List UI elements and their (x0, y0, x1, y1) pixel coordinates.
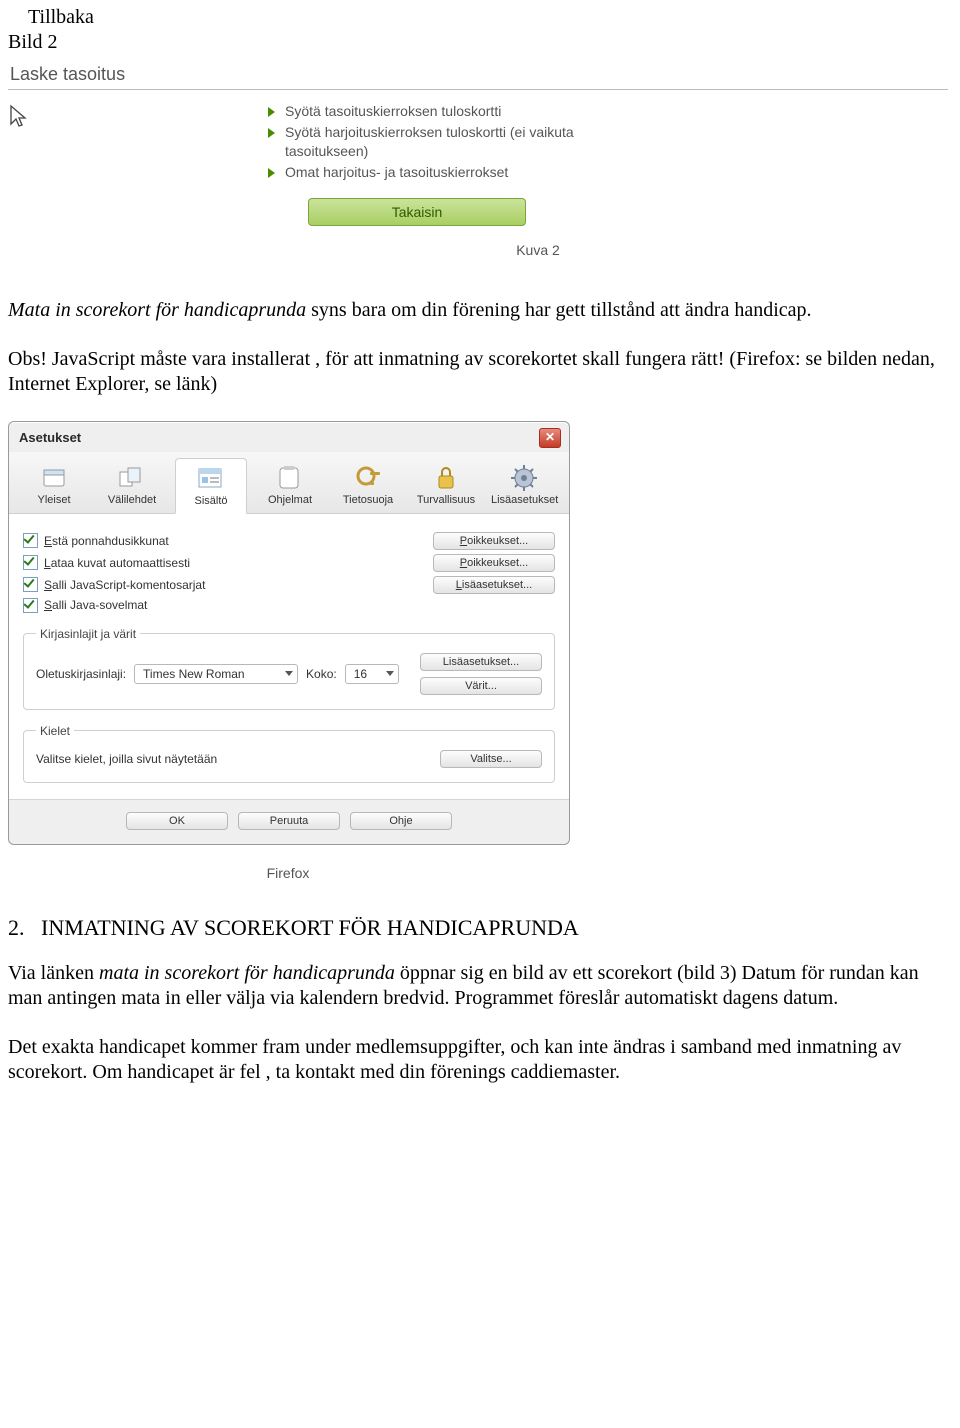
tab-label: Yleiset (21, 494, 87, 506)
tab-label: Lisäasetukset (491, 494, 557, 506)
link-label: Syötä tasoituskierroksen tuloskortti (285, 102, 501, 121)
tab-icon (195, 463, 227, 493)
tab-yleiset[interactable]: Yleiset (19, 458, 89, 513)
tab-sisältö[interactable]: Sisältö (175, 458, 247, 514)
link-row[interactable]: Omat harjoitus- ja tasoituskierrokset (268, 163, 648, 182)
para3-pre: Via länken (8, 962, 99, 984)
link-row[interactable]: Syötä harjoituskierroksen tuloskortti (e… (268, 123, 648, 161)
checkbox-row: Lataa kuvat automaattisesti Poikkeukset..… (23, 554, 555, 572)
section-num: 2. (8, 915, 25, 940)
tab-label: Turvallisuus (413, 494, 479, 506)
chevron-down-icon (285, 671, 293, 676)
tab-icon (116, 462, 148, 492)
checkbox-row: Salli JavaScript-komentosarjat Lisäasetuk… (23, 576, 555, 594)
help-button[interactable]: Ohje (350, 812, 452, 830)
checkbox-row: Estä ponnahdusikkunat Poikkeukset... (23, 532, 555, 550)
checkbox-row: Salli Java-sovelmat (23, 598, 555, 613)
settings-button[interactable]: Poikkeukset... (433, 554, 555, 572)
checkbox-label: Estä ponnahdusikkunat (44, 534, 169, 548)
takaisin-button[interactable]: Takaisin (308, 198, 526, 226)
asetukset-dialog: Asetukset ✕ Yleiset Välilehdet Sisältö Ohje… (8, 421, 570, 845)
label-bild2: Bild 2 (8, 31, 952, 54)
checkbox-label: Salli JavaScript-komentosarjat (44, 578, 205, 592)
ok-button[interactable]: OK (126, 812, 228, 830)
checkbox[interactable] (23, 598, 38, 613)
para3-italic: mata in scorekort för handicaprunda (99, 962, 395, 984)
checkbox[interactable] (23, 577, 38, 592)
size-combo[interactable]: 16 (345, 664, 399, 684)
languages-group: Kielet Valitse kielet, joilla sivut näyt… (23, 724, 555, 783)
para1-italic: Mata in scorekort för handicaprunda (8, 299, 306, 321)
tab-ohjelmat[interactable]: Ohjelmat (255, 458, 325, 513)
settings-button[interactable]: Lisäasetukset... (433, 576, 555, 594)
paragraph-2: Obs! JavaScript måste vara installerat ,… (8, 347, 952, 397)
paragraph-1: Mata in scorekort för handicaprunda syns… (8, 298, 952, 323)
tab-label: Ohjelmat (257, 494, 323, 506)
cursor-icon (8, 104, 268, 130)
close-icon[interactable]: ✕ (539, 428, 561, 448)
fonts-legend: Kirjasinlajit ja värit (36, 627, 140, 641)
languages-legend: Kielet (36, 724, 74, 738)
paragraph-4: Det exakta handicapet kommer fram under … (8, 1035, 952, 1085)
triangle-icon (268, 107, 275, 117)
colors-button[interactable]: Värit... (420, 677, 542, 695)
link-label: Omat harjoitus- ja tasoituskierrokset (285, 163, 508, 182)
link-row[interactable]: Syötä tasoituskierroksen tuloskortti (268, 102, 648, 121)
size-value: 16 (354, 667, 367, 681)
size-label: Koko: (306, 667, 337, 681)
triangle-icon (268, 128, 275, 138)
tab-icon (430, 462, 462, 492)
link-tillbaka[interactable]: Tillbaka (28, 6, 952, 29)
link-label: Syötä harjoituskierroksen tuloskortti (e… (285, 123, 648, 161)
tab-tietosuoja[interactable]: Tietosuoja (333, 458, 403, 513)
triangle-icon (268, 168, 275, 178)
tab-välilehdet[interactable]: Välilehdet (97, 458, 167, 513)
tab-label: Tietosuoja (335, 494, 401, 506)
tab-label: Sisältö (178, 495, 244, 507)
tab-turvallisuus[interactable]: Turvallisuus (411, 458, 481, 513)
settings-button[interactable]: Poikkeukset... (433, 532, 555, 550)
caption-kuva2: Kuva 2 (128, 242, 948, 258)
caption-firefox: Firefox (8, 865, 568, 881)
cancel-button[interactable]: Peruuta (238, 812, 340, 830)
tab-icon (274, 462, 306, 492)
tab-label: Välilehdet (99, 494, 165, 506)
section-title: INMATNING AV SCOREKORT FÖR HANDICAPRUNDA (41, 915, 579, 940)
section-heading: 2. INMATNING AV SCOREKORT FÖR HANDICAPRU… (8, 915, 952, 941)
chevron-down-icon (386, 671, 394, 676)
dialog-title: Asetukset (19, 430, 81, 445)
paragraph-3: Via länken mata in scorekort för handica… (8, 961, 952, 1011)
heading-laske-tasoitus: Laske tasoitus (8, 58, 948, 90)
fonts-advanced-button[interactable]: Lisäasetukset... (420, 653, 542, 671)
checkbox-label: Salli Java-sovelmat (44, 598, 147, 612)
default-font-value: Times New Roman (143, 667, 245, 681)
para1-rest: syns bara om din förening har gett tills… (306, 299, 811, 321)
tab-icon (352, 462, 384, 492)
checkbox[interactable] (23, 555, 38, 570)
default-font-combo[interactable]: Times New Roman (134, 664, 298, 684)
tab-icon (38, 462, 70, 492)
fonts-group: Kirjasinlajit ja värit Oletuskirjasinlaj… (23, 627, 555, 710)
tab-lisäasetukset[interactable]: Lisäasetukset (489, 458, 559, 513)
checkbox[interactable] (23, 533, 38, 548)
languages-text: Valitse kielet, joilla sivut näytetään (36, 752, 217, 766)
default-font-label: Oletuskirjasinlaji: (36, 667, 126, 681)
select-languages-button[interactable]: Valitse... (440, 750, 542, 768)
screenshot-laske-tasoitus: Laske tasoitus Syötä tasoituskierroksen … (8, 58, 948, 258)
tab-icon (508, 462, 540, 492)
checkbox-label: Lataa kuvat automaattisesti (44, 556, 190, 570)
